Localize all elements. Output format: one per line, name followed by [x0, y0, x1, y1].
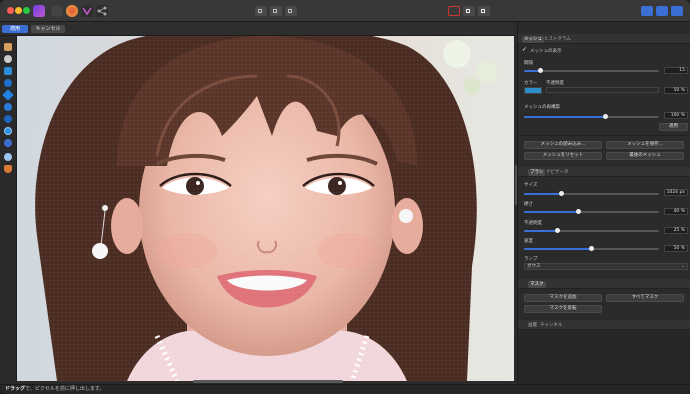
photo-persona-icon[interactable]: [33, 5, 45, 17]
mask-all-button[interactable]: すべてマスク: [606, 294, 684, 302]
minimize-window-button[interactable]: [15, 7, 22, 14]
zoom-tool-icon[interactable]: [4, 55, 12, 63]
reconstruct-tool-icon[interactable]: [4, 153, 12, 161]
punch-tool-icon[interactable]: [4, 115, 12, 123]
mirror-view-icon[interactable]: [285, 6, 297, 16]
mask-tabs: マスク: [518, 279, 690, 289]
brush-opacity-label: 不透明度: [524, 221, 542, 226]
show-mesh-label: メッシュの表示: [530, 49, 562, 54]
show-mesh-checkbox[interactable]: ✓: [522, 47, 527, 53]
status-bar: ドラッグで、ピクセルを前に押し出します。: [0, 384, 690, 394]
tab-channels[interactable]: チャンネル: [538, 322, 564, 329]
mesh-rebuild-slider[interactable]: [524, 114, 659, 119]
mesh-rebuild-label: メッシュの再構築: [524, 105, 560, 110]
save-mesh-button[interactable]: メッシュを保存...: [606, 141, 684, 149]
color-opacity-field[interactable]: 50 %: [664, 87, 688, 94]
context-toolbar: 適用 キャンセル: [0, 22, 514, 36]
tab-navigator[interactable]: ナビゲータ: [544, 169, 571, 176]
quick-mask-icon[interactable]: [448, 6, 460, 16]
turbulence-tool-icon[interactable]: [4, 127, 12, 135]
freeze-tool-icon[interactable]: [4, 165, 12, 173]
hardness-value-field[interactable]: 40 %: [664, 208, 688, 215]
brush-opacity-field[interactable]: 25 %: [664, 227, 688, 234]
hand-tool-icon[interactable]: [4, 43, 12, 51]
cancel-button[interactable]: キャンセル: [31, 25, 65, 33]
status-hint-text: で、ピクセルを前に押し出します。: [25, 386, 105, 392]
status-drag-label: ドラッグ: [5, 386, 26, 392]
tab-brush[interactable]: ブラシ: [528, 169, 546, 176]
color-label: カラー: [524, 81, 538, 86]
ramp-select[interactable]: ガウス ⌄: [524, 263, 688, 270]
layers-tabs: 画層 チャンネル: [518, 320, 690, 330]
pinch-tool-icon[interactable]: [4, 103, 12, 111]
mesh-rebuild-field[interactable]: 100 %: [664, 112, 688, 119]
chevron-down-icon: ⌄: [681, 264, 685, 269]
apply-rebuild-button[interactable]: 適用: [659, 123, 688, 131]
last-mesh-button[interactable]: 最後のメッシュ: [606, 152, 684, 160]
tab-mask[interactable]: マスク: [528, 281, 546, 288]
portrait-photo: [17, 36, 514, 381]
speed-slider[interactable]: [524, 246, 659, 251]
close-window-button[interactable]: [7, 7, 14, 14]
zoom-window-button[interactable]: [23, 7, 30, 14]
brush-opacity-slider[interactable]: [524, 228, 659, 233]
ramp-select-value: ガウス: [527, 264, 541, 269]
app-window: 適用 キャンセル メッシュ ヒストグラム ✓ メッシュの表示 間隔 15 カラー…: [0, 0, 690, 394]
document-canvas[interactable]: [17, 36, 514, 381]
studio-right-icon[interactable]: [656, 6, 668, 16]
title-bar: [0, 0, 690, 22]
push-left-tool-icon[interactable]: [4, 79, 12, 87]
invert-mask-button[interactable]: マスクを反転: [524, 305, 602, 313]
tools-panel: [0, 36, 17, 381]
grid-slider[interactable]: [524, 68, 659, 73]
hardness-slider[interactable]: [524, 209, 659, 214]
develop-persona-icon[interactable]: [66, 5, 78, 17]
split-view-icon[interactable]: [270, 6, 282, 16]
studio-left-icon[interactable]: [641, 6, 653, 16]
brush-tabs: ブラシ ナビゲータ: [518, 167, 690, 177]
tab-histogram[interactable]: ヒストグラム: [542, 36, 573, 43]
grid-label: 間隔: [524, 61, 533, 66]
tab-mesh[interactable]: メッシュ: [522, 36, 544, 43]
crop-icon[interactable]: [463, 6, 475, 16]
ramp-label: ランプ: [524, 257, 538, 262]
tone-mapping-persona-icon[interactable]: [81, 5, 93, 17]
grid-value-field[interactable]: 15: [664, 67, 688, 74]
studio-panel: メッシュ ヒストグラム ✓ メッシュの表示 間隔 15 カラー 不透明度 50 …: [517, 22, 690, 384]
size-value-field[interactable]: 1024 px: [664, 189, 688, 196]
layers-list: [518, 331, 690, 384]
export-persona-icon[interactable]: [96, 5, 108, 17]
snapshot-icon[interactable]: [478, 6, 490, 16]
speed-label: 速度: [524, 239, 533, 244]
mesh-clone-tool-icon[interactable]: [4, 139, 12, 147]
mesh-opacity-gradient[interactable]: [546, 87, 659, 93]
size-slider[interactable]: [524, 191, 659, 196]
apply-button[interactable]: 適用: [2, 25, 28, 33]
load-mesh-button[interactable]: メッシュの読み込み...: [524, 141, 602, 149]
view-mode-icon[interactable]: [255, 6, 267, 16]
studio-toggle-icon[interactable]: [671, 6, 683, 16]
horizontal-scrollbar[interactable]: [193, 380, 343, 383]
speed-value-field[interactable]: 50 %: [664, 245, 688, 252]
twirl-tool-icon[interactable]: [2, 89, 14, 101]
liquify-persona-icon[interactable]: [51, 5, 63, 17]
mesh-color-swatch[interactable]: [524, 87, 542, 94]
add-mask-button[interactable]: マスクを追加: [524, 294, 602, 302]
mesh-tabs: メッシュ ヒストグラム: [518, 34, 690, 44]
size-label: サイズ: [524, 183, 538, 188]
hardness-label: 硬さ: [524, 202, 533, 207]
reset-mesh-button[interactable]: メッシュをリセット: [524, 152, 602, 160]
push-forward-tool-icon[interactable]: [4, 67, 12, 75]
opacity-label: 不透明度: [546, 81, 564, 86]
